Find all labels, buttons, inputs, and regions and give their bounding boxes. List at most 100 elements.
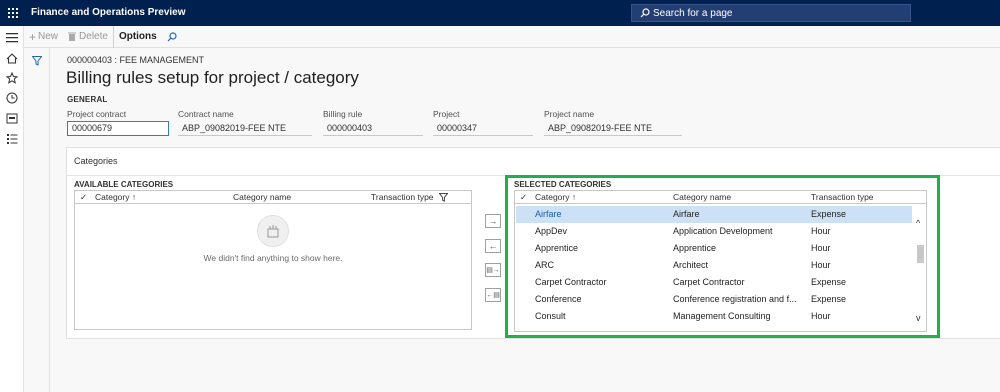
arrow-right-icon: → [488, 216, 498, 226]
cell-category-name: Apprentice [673, 243, 717, 253]
table-row[interactable]: Apprentice Apprentice Hour [516, 240, 912, 257]
project-name-field: Project name ABP_09082019-FEE NTE [544, 109, 682, 136]
cell-transaction-type: Hour [811, 243, 831, 253]
remove-category-button[interactable]: ← [485, 239, 501, 253]
column-transaction-type[interactable]: Transaction type [811, 192, 874, 202]
billing-rule-value: 000000403 [323, 121, 423, 136]
cell-category[interactable]: Conference [535, 294, 665, 304]
cell-category-name: Application Development [673, 226, 773, 236]
categories-title: Categories [74, 156, 118, 166]
empty-state-icon [257, 215, 289, 247]
options-button[interactable]: Options [112, 25, 162, 48]
new-button[interactable]: + New [24, 26, 63, 48]
home-icon[interactable] [6, 52, 18, 64]
filter-icon[interactable] [32, 56, 42, 66]
select-all-check-icon[interactable]: ✓ [520, 192, 527, 203]
modules-list-icon[interactable] [6, 132, 18, 144]
project-value: 00000347 [433, 121, 533, 136]
table-row[interactable]: Airfare Airfare Expense [516, 206, 912, 223]
cell-category-name: Architect [673, 260, 709, 270]
cell-category-name: Carpet Contractor [673, 277, 745, 287]
cell-category-name: Management Consulting [673, 311, 771, 321]
billing-rule-field: Billing rule 000000403 [323, 109, 423, 136]
vertical-scrollbar[interactable]: ^ v [914, 205, 926, 327]
chevron-down-icon[interactable]: v [916, 313, 921, 323]
trash-icon [68, 32, 77, 41]
cell-transaction-type: Expense [811, 209, 847, 219]
selected-categories-title: SELECTED CATEGORIES [514, 180, 612, 189]
cell-category[interactable]: Carpet Contractor [535, 277, 665, 287]
hamburger-menu-icon[interactable] [6, 32, 18, 44]
project-field: Project 00000347 [433, 109, 533, 136]
breadcrumb: 000000403 : FEE MANAGEMENT [67, 55, 205, 65]
cell-category[interactable]: Consult [535, 311, 665, 321]
filter-pane [24, 48, 50, 392]
table-row[interactable]: Conference Conference registration and f… [516, 291, 912, 308]
delete-label: Delete [79, 31, 108, 42]
add-category-button[interactable]: → [485, 214, 501, 228]
arrow-left-icon: ← [488, 241, 498, 251]
project-name-value: ABP_09082019-FEE NTE [544, 121, 682, 136]
cell-category[interactable]: Apprentice [535, 243, 665, 253]
app-launcher-icon[interactable] [0, 0, 26, 26]
field-label: Contract name [178, 109, 234, 119]
project-contract-field: Project contract 00000679 [67, 109, 169, 136]
delete-button[interactable]: Delete [63, 26, 113, 48]
cell-category-name: Airfare [673, 209, 700, 219]
cell-category-name: Conference registration and f... [673, 294, 797, 304]
page-title: Billing rules setup for project / catego… [66, 68, 359, 87]
chevron-up-icon[interactable]: ^ [916, 218, 920, 228]
contract-name-field: Contract name ABP_09082019-FEE NTE [178, 109, 312, 136]
left-navigation [0, 26, 24, 392]
table-row[interactable]: AppDev Application Development Hour [516, 223, 912, 240]
scroll-thumb[interactable] [917, 245, 924, 263]
action-search-button[interactable] [162, 26, 182, 48]
cell-transaction-type: Hour [811, 260, 831, 270]
search-icon [167, 31, 177, 41]
recent-clock-icon[interactable] [6, 92, 18, 104]
workspaces-icon[interactable] [6, 112, 18, 124]
new-label: New [38, 31, 59, 42]
search-icon [640, 8, 650, 18]
search-box[interactable]: Search for a page [631, 4, 911, 22]
top-bar: Finance and Operations Preview Search fo… [0, 0, 1000, 26]
cell-category[interactable]: AppDev [535, 226, 665, 236]
move-all-left-icon: ←▤ [486, 292, 500, 299]
search-label: Search for a page [653, 7, 733, 19]
column-category[interactable]: Category ↑ [535, 192, 576, 202]
add-all-categories-button[interactable]: ▤→ [485, 263, 501, 277]
action-pane: + New Delete Options [24, 25, 1000, 48]
cell-transaction-type: Hour [811, 226, 831, 236]
table-row[interactable]: Consult Management Consulting Hour [516, 308, 912, 325]
available-categories-title: AVAILABLE CATEGORIES [74, 180, 174, 189]
table-row[interactable]: Carpet Contractor Carpet Contractor Expe… [516, 274, 912, 291]
contract-name-value: ABP_09082019-FEE NTE [178, 121, 312, 136]
plus-icon: + [29, 29, 37, 44]
table-row[interactable]: ARC Architect Hour [516, 257, 912, 274]
project-contract-input[interactable]: 00000679 [67, 121, 169, 136]
column-category-name[interactable]: Category name [233, 192, 291, 202]
grid-header: ✓ Category ↑ Category name Transaction t… [515, 191, 926, 204]
cell-transaction-type: Expense [811, 277, 847, 287]
column-category[interactable]: Category ↑ [95, 192, 136, 202]
selected-categories-grid: ✓ Category ↑ Category name Transaction t… [514, 190, 927, 332]
field-label: Billing rule [323, 109, 363, 119]
app-title: Finance and Operations Preview [31, 7, 186, 18]
empty-state-message: We didn't find anything to show here. [203, 253, 343, 263]
selected-categories-highlight: SELECTED CATEGORIES ✓ Category ↑ Categor… [505, 175, 940, 338]
cell-category[interactable]: ARC [535, 260, 665, 270]
field-label: Project [433, 109, 460, 119]
move-all-right-icon: ▤→ [486, 267, 500, 274]
remove-all-categories-button[interactable]: ←▤ [485, 288, 501, 302]
field-label: Project name [544, 109, 595, 119]
column-transaction-type[interactable]: Transaction type [371, 192, 434, 202]
select-all-check-icon[interactable]: ✓ [80, 192, 87, 203]
options-label: Options [118, 31, 157, 42]
cell-category[interactable]: Airfare [535, 209, 665, 219]
general-heading: GENERAL [67, 95, 108, 104]
favorites-star-icon[interactable] [6, 72, 18, 84]
column-category-name[interactable]: Category name [673, 192, 731, 202]
column-filter-icon[interactable] [439, 193, 448, 202]
cell-transaction-type: Expense [811, 294, 847, 304]
available-categories-grid: ✓ Category ↑ Category name Transaction t… [74, 190, 472, 330]
